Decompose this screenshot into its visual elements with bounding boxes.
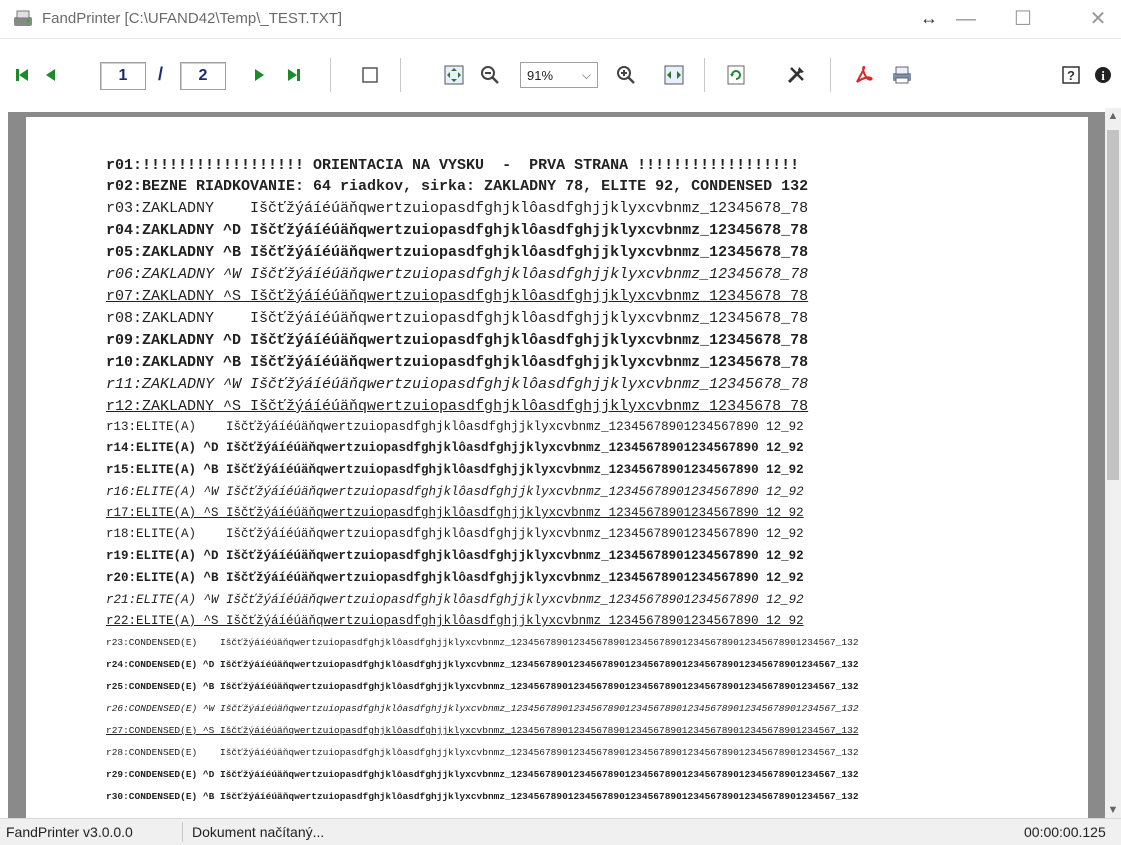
document-line: r12:ZAKLADNY ^S Iščťžýáíéúäňqwertzuiopas… [106,398,809,415]
current-page-field[interactable]: 1 [100,62,146,90]
document-line: r17:ELITE(A) ^S Iščťžýáíéúäňqwertzuiopas… [106,506,804,520]
document-line: r26:CONDENSED(E) ^W Iščťžýáíéúäňqwertzui… [106,703,859,714]
last-page-button[interactable] [282,56,306,94]
prev-page-icon [46,69,55,81]
pdf-icon [856,65,873,83]
scroll-down-icon[interactable]: ▼ [1105,804,1121,816]
next-page-icon [255,69,264,81]
vertical-scrollbar[interactable]: ▲ ▼ [1105,108,1121,818]
document-line: r24:CONDENSED(E) ^D Iščťžýáíéúäňqwertzui… [106,659,859,670]
document-line: r18:ELITE(A) Iščťžýáíéúäňqwertzuiopasdfg… [106,527,804,541]
fit-page-button[interactable] [440,56,468,94]
total-pages-field: 2 [180,62,226,90]
status-separator [182,822,183,842]
first-page-icon [16,69,28,81]
page-separator: / [158,64,164,84]
first-page-button[interactable] [10,56,34,94]
document-page: r01:!!!!!!!!!!!!!!!!!! ORIENTACIA NA VYS… [26,117,1088,818]
help-icon: ? [1062,66,1080,84]
document-line: r23:CONDENSED(E) Iščťžýáíéúäňqwertzuiopa… [106,637,859,648]
page-view-icon [362,67,378,83]
refresh-button[interactable] [722,56,750,94]
status-message: Dokument načítaný... [192,824,325,840]
status-bar: FandPrinter v3.0.0.0 Dokument načítaný..… [0,818,1121,845]
toolbar-separator [330,58,331,92]
settings-button[interactable] [782,56,810,94]
last-page-icon [288,69,300,81]
next-page-button[interactable] [248,56,272,94]
document-line: r08:ZAKLADNY Iščťžýáíéúäňqwertzuiopasdfg… [106,310,809,327]
zoom-in-icon [617,66,635,84]
document-line: r14:ELITE(A) ^D Iščťžýáíéúäňqwertzuiopas… [106,441,804,455]
document-line: r27:CONDENSED(E) ^S Iščťžýáíéúäňqwertzui… [106,725,859,736]
close-button[interactable]: ✕ [1075,0,1121,38]
document-line: r19:ELITE(A) ^D Iščťžýáíéúäňqwertzuiopas… [106,549,804,563]
document-line: r01:!!!!!!!!!!!!!!!!!! ORIENTACIA NA VYS… [106,157,800,174]
document-line: r06:ZAKLADNY ^W Iščťžýáíéúäňqwertzuiopas… [106,266,809,283]
document-line: r25:CONDENSED(E) ^B Iščťžýáíéúäňqwertzui… [106,681,859,692]
fit-page-icon [444,65,464,85]
svg-text:?: ? [1067,68,1075,83]
document-line: r15:ELITE(A) ^B Iščťžýáíéúäňqwertzuiopas… [106,463,804,477]
document-line: r28:CONDENSED(E) Iščťžýáíéúäňqwertzuiopa… [106,747,859,758]
zoom-in-button[interactable] [612,56,640,94]
title-bar: FandPrinter [C:\UFAND42\Temp\_TEST.TXT] … [0,0,1121,39]
info-button[interactable]: i [1090,56,1116,94]
document-line: r07:ZAKLADNY ^S Iščťžýáíéúäňqwertzuiopas… [106,288,809,305]
print-icon [893,66,911,84]
document-line: r16:ELITE(A) ^W Iščťžýáíéúäňqwertzuiopas… [106,485,804,499]
zoom-out-icon [481,66,499,84]
scroll-up-icon[interactable]: ▲ [1105,110,1121,122]
zoom-value: 91% [527,67,554,83]
document-line: r21:ELITE(A) ^W Iščťžýáíéúäňqwertzuiopas… [106,593,804,607]
document-line: r22:ELITE(A) ^S Iščťžýáíéúäňqwertzuiopas… [106,614,804,628]
maximize-button[interactable]: ☐ [1000,0,1046,38]
help-button[interactable]: ? [1058,56,1084,94]
elapsed-time: 00:00:00.125 [1024,824,1106,840]
tools-icon [787,67,804,84]
document-line: r04:ZAKLADNY ^D Iščťžýáíéúäňqwertzuiopas… [106,222,809,239]
zoom-select[interactable]: 91% ⌵ [520,62,598,88]
info-icon: i [1095,67,1111,83]
document-viewer[interactable]: r01:!!!!!!!!!!!!!!!!!! ORIENTACIA NA VYS… [8,112,1113,818]
fit-width-button[interactable] [660,56,688,94]
fandprinter-app-icon [14,10,32,26]
document-line: r09:ZAKLADNY ^D Iščťžýáíéúäňqwertzuiopas… [106,332,809,349]
chevron-down-icon: ⌵ [581,68,591,82]
scrollbar-thumb[interactable] [1107,130,1119,480]
export-pdf-button[interactable] [850,56,878,94]
toolbar-separator [704,58,705,92]
document-line: r20:ELITE(A) ^B Iščťžýáíéúäňqwertzuiopas… [106,571,804,585]
document-line: r11:ZAKLADNY ^W Iščťžýáíéúäňqwertzuiopas… [106,376,809,393]
refresh-icon [727,65,745,85]
prev-page-button[interactable] [38,56,62,94]
fit-width-icon [664,65,684,85]
window-title: FandPrinter [C:\UFAND42\Temp\_TEST.TXT] [42,10,343,27]
document-line: r10:ZAKLADNY ^B Iščťžýáíéúäňqwertzuiopas… [106,354,809,371]
app-version: FandPrinter v3.0.0.0 [6,824,133,840]
resize-icon: ↔ [920,8,938,28]
document-line: r02:BEZNE RIADKOVANIE: 64 riadkov, sirka… [106,178,809,195]
zoom-out-button[interactable] [476,56,504,94]
svg-text:i: i [1101,68,1105,83]
document-line: r13:ELITE(A) Iščťžýáíéúäňqwertzuiopasdfg… [106,420,804,434]
toolbar-separator [830,58,831,92]
toolbar: 1 / 2 91% ⌵ ? i [0,56,1121,98]
print-button[interactable] [888,56,916,94]
page-view-button[interactable] [356,56,384,94]
document-line: r30:CONDENSED(E) ^B Iščťžýáíéúäňqwertzui… [106,791,859,802]
toolbar-separator [400,58,401,92]
document-line: r03:ZAKLADNY Iščťžýáíéúäňqwertzuiopasdfg… [106,200,809,217]
minimize-button[interactable]: — [943,0,989,38]
document-line: r05:ZAKLADNY ^B Iščťžýáíéúäňqwertzuiopas… [106,244,809,261]
document-line: r29:CONDENSED(E) ^D Iščťžýáíéúäňqwertzui… [106,769,859,780]
